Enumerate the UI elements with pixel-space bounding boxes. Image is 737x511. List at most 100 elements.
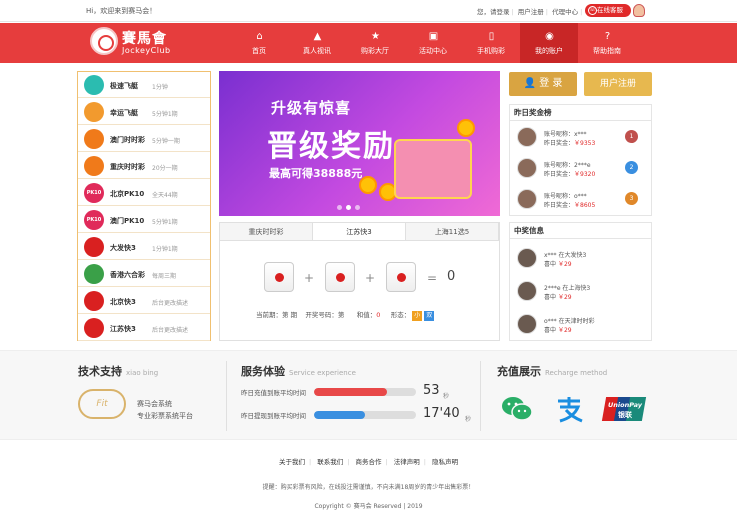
progress-fill: [314, 388, 388, 396]
nav-label: 我的账户: [535, 47, 563, 55]
tab-cqssc[interactable]: 重庆时时彩: [220, 223, 313, 240]
rank-prize: 昨日奖金：￥9353: [544, 138, 595, 147]
draw-info: 当前期：第 期 开奖号码：第 和值：0 形态：小双: [256, 309, 435, 321]
nav-live-video[interactable]: ▲ 真人视讯: [288, 23, 346, 63]
rank-prize: 昨日奖金：￥8605: [544, 200, 595, 209]
service-title-text: 服务体验: [241, 365, 285, 378]
avatar: [517, 158, 537, 178]
user-icon: 👤: [523, 78, 540, 89]
footer-links: 关于我们 | 联系我们 | 商务合作 | 法律声明 | 隐私声明: [278, 458, 459, 466]
footer-privacy[interactable]: 隐私声明: [432, 458, 458, 466]
lottery-item[interactable]: 幸运飞艇 5分钟1期: [78, 99, 210, 125]
carousel-dot[interactable]: [337, 205, 342, 210]
register-link[interactable]: 用户注册: [518, 8, 544, 16]
promo-banner[interactable]: 升级有惊喜 晋级奖励 最高可得38888元: [219, 71, 500, 216]
site-logo[interactable]: 賽馬會 JockeyClub: [90, 27, 210, 59]
tag-double: 双: [424, 311, 435, 321]
winner-prize-label: 喜中: [544, 327, 557, 334]
tab-jsk3[interactable]: 江苏快3: [313, 223, 406, 240]
nav-help[interactable]: ? 帮助指南: [578, 23, 636, 63]
login-button[interactable]: 👤 登 录: [509, 72, 577, 96]
lottery-item[interactable]: 江苏快3 后台更改描述: [78, 315, 210, 341]
lottery-item[interactable]: 极速飞艇 1分钟: [78, 72, 210, 98]
nav-lottery-hall[interactable]: ★ 购彩大厅: [346, 23, 404, 63]
top-bar: Hi，欢迎来到赛马会！ 您，请登录 | 用户注册 | 代理中心 | ☏ 在线客服: [0, 0, 737, 22]
register-button[interactable]: 用户注册: [584, 72, 652, 96]
progress-fill: [314, 411, 365, 419]
avatar: [517, 248, 537, 268]
lottery-name: 北京快3: [110, 298, 136, 306]
nav-my-account[interactable]: ◉ 我的账户: [520, 23, 578, 63]
tab-sh11x5[interactable]: 上海11选5: [406, 223, 499, 240]
carousel-dots: [337, 205, 360, 210]
avatar: [517, 314, 537, 334]
lottery-logo-icon: [84, 102, 104, 122]
gift-box-icon: [394, 139, 472, 199]
lottery-item[interactable]: 北京快3 后台更改描述: [78, 288, 210, 314]
lottery-name: 澳门PK10: [110, 217, 145, 225]
service-row-label: 昨日充值到账平均时间: [241, 389, 306, 397]
lottery-desc: 1分钟1期: [152, 246, 178, 253]
unionpay-en: UnionPay: [608, 401, 642, 409]
winner-row: 2***e 在上海快3 喜中 ￥29: [510, 276, 651, 306]
rank-row: 账号昵称：o*** 昨日奖金：￥8605 3: [510, 184, 651, 214]
nav-activity[interactable]: ▣ 活动中心: [404, 23, 462, 63]
footer-copyright: Copyright © 赛马会 Reserved | 2019: [314, 503, 423, 510]
winner-row: x*** 在大发快3 喜中 ￥29: [510, 243, 651, 273]
dice-icon: [325, 262, 355, 292]
rank-number-badge: 3: [625, 192, 638, 205]
prize-ranking-panel: 昨日奖金榜 账号昵称：x*** 昨日奖金：￥9353 1 账号昵称：2***e 昨日奖金…: [509, 104, 652, 216]
lottery-item[interactable]: 大发快3 1分钟1期: [78, 234, 210, 260]
winners-panel: 中奖信息 x*** 在大发快3 喜中 ￥29 2***e 在上海快3 喜中 ￥29 o*…: [509, 222, 652, 341]
panel-title: 中奖信息: [510, 223, 651, 239]
nav-label: 真人视讯: [303, 47, 331, 55]
draw-sum: 0: [447, 269, 456, 284]
nav-label: 帮助指南: [593, 47, 621, 55]
rank-prize-label: 昨日奖金：: [544, 140, 575, 147]
carousel-dot[interactable]: [346, 205, 351, 210]
lottery-name: 江苏快3: [110, 325, 136, 333]
welcome-text: Hi，欢迎来到赛马会！: [86, 7, 157, 15]
lottery-name: 澳门时时彩: [110, 136, 145, 144]
customer-service-button[interactable]: ☏ 在线客服: [585, 4, 631, 17]
lottery-item[interactable]: 澳门时时彩 5分钟一期: [78, 126, 210, 152]
winner-prize-label: 喜中: [544, 294, 557, 301]
tech-line1: 赛马会系统: [137, 400, 172, 408]
lottery-desc: 5分钟1期: [152, 219, 178, 226]
nav-home[interactable]: ⌂ 首页: [230, 23, 288, 63]
rank-row: 账号昵称：2***e 昨日奖金：￥9320 2: [510, 153, 651, 183]
lottery-logo-icon: PK10: [84, 210, 104, 230]
cs-avatar: [633, 4, 645, 17]
footer-about[interactable]: 关于我们: [279, 458, 305, 466]
lottery-logo-icon: PK10: [84, 183, 104, 203]
recharge-sub: Recharge method: [545, 369, 608, 377]
lottery-item[interactable]: PK10 北京PK10 全天44期: [78, 180, 210, 206]
lottery-item[interactable]: 重庆时时彩 20分一期: [78, 153, 210, 179]
lottery-logo-icon: [84, 129, 104, 149]
main-nav: ⌂ 首页 ▲ 真人视讯 ★ 购彩大厅 ▣ 活动中心 ▯ 手机购彩 ◉ 我的账户 ? 帮助指南: [230, 23, 636, 63]
agent-center-link[interactable]: 代理中心: [552, 8, 578, 16]
carousel-dot[interactable]: [355, 205, 360, 210]
login-link[interactable]: 您，请登录: [477, 8, 510, 16]
phone-icon: ▯: [488, 31, 495, 42]
winner-line: x*** 在大发快3: [544, 252, 587, 259]
winner-prize-value: ￥29: [557, 261, 572, 268]
service-row-unit: 秒: [443, 393, 450, 400]
home-icon: ⌂: [256, 31, 263, 42]
lottery-item[interactable]: 香港六合彩 每周三期: [78, 261, 210, 287]
logo-emblem-icon: [90, 27, 118, 55]
lottery-name: 香港六合彩: [110, 271, 145, 279]
lottery-logo-icon: [84, 291, 104, 311]
headset-icon: ☏: [588, 6, 597, 15]
nav-mobile[interactable]: ▯ 手机购彩: [462, 23, 520, 63]
lottery-desc: 全天44期: [152, 192, 178, 199]
alipay-icon: [558, 397, 583, 423]
divider: [480, 361, 481, 431]
footer-business[interactable]: 商务合作: [356, 458, 382, 466]
rank-prize-label: 昨日奖金：: [544, 202, 575, 209]
lottery-item[interactable]: PK10 澳门PK10 5分钟1期: [78, 207, 210, 233]
footer-legal[interactable]: 法律声明: [394, 458, 420, 466]
dice-icon: [264, 262, 294, 292]
footer-contact[interactable]: 联系我们: [317, 458, 343, 466]
equals-sign: =: [427, 271, 438, 285]
